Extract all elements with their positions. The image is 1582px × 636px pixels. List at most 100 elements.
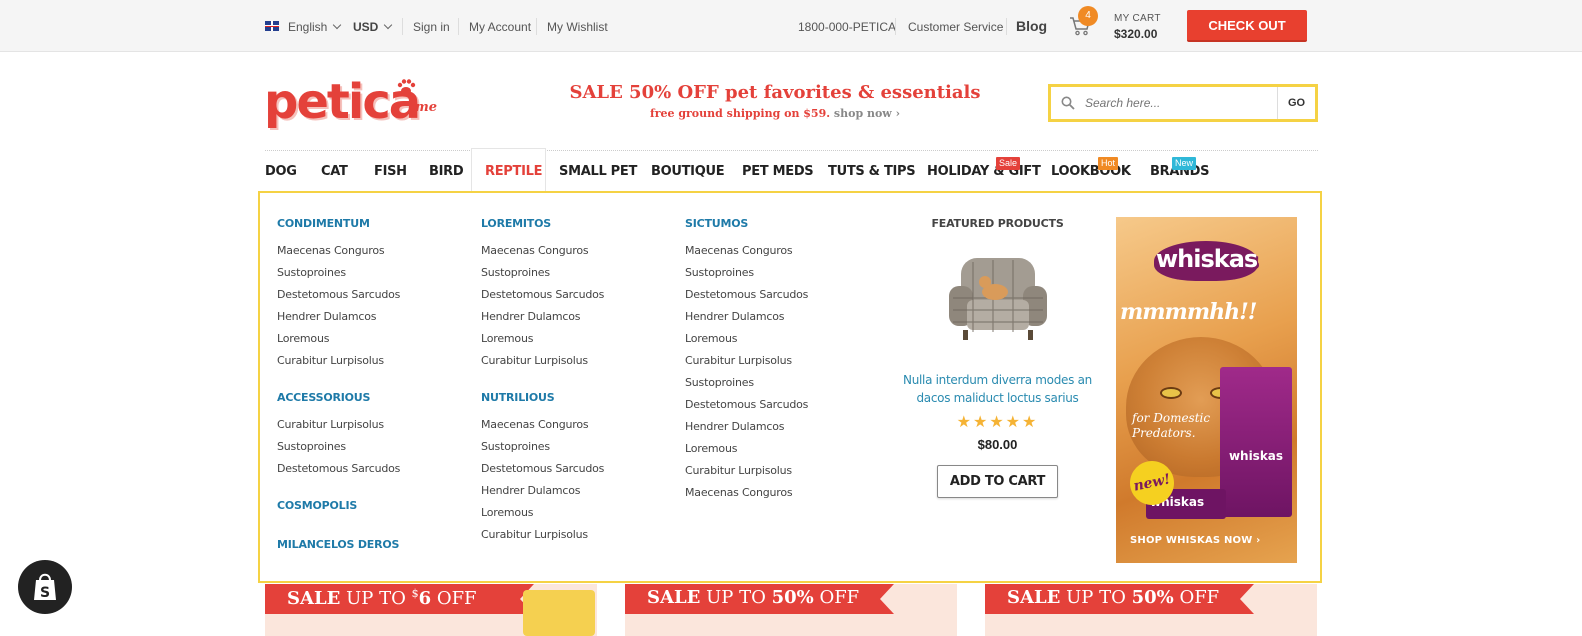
- nav-item-tuts-tips[interactable]: TUTS & TIPS: [828, 164, 916, 179]
- nav-item-bird[interactable]: BIRD: [429, 164, 464, 179]
- menu-link[interactable]: Hendrer Dulamcos: [277, 310, 400, 332]
- my-account-link[interactable]: My Account: [469, 20, 531, 34]
- menu-link[interactable]: Loremous: [481, 506, 604, 528]
- chevron-down-icon: [384, 20, 393, 30]
- divider: [1006, 18, 1007, 35]
- menu-link[interactable]: Maecenas Conguros: [277, 244, 400, 266]
- menu-link[interactable]: Hendrer Dulamcos: [685, 310, 808, 332]
- menu-link[interactable]: Curabitur Lurpisolus: [481, 528, 604, 550]
- search-go-button[interactable]: GO: [1277, 87, 1315, 119]
- whiskas-banner[interactable]: whiskas mmmmhh!! for Domestic Predators.…: [1116, 217, 1297, 563]
- product-price: $80.00: [977, 437, 1018, 452]
- search-box: GO: [1048, 84, 1318, 122]
- menu-link[interactable]: Destetomous Sarcudos: [481, 462, 604, 484]
- nav-item-pet-meds[interactable]: PET MEDS: [742, 164, 814, 179]
- language-label: English: [288, 20, 328, 34]
- cart-count-badge: 4: [1078, 6, 1098, 26]
- menu-link[interactable]: Sustoproines: [481, 266, 604, 288]
- my-cart-label[interactable]: MY CART: [1114, 13, 1161, 24]
- nav-item-cat[interactable]: CAT: [321, 164, 348, 179]
- menu-link[interactable]: Destetomous Sarcudos: [277, 462, 400, 484]
- checkout-button[interactable]: CHECK OUT: [1187, 10, 1307, 42]
- mega-menu: CONDIMENTUM Maecenas Conguros Sustoproin…: [258, 191, 1322, 583]
- menu-link[interactable]: Destetomous Sarcudos: [277, 288, 400, 310]
- menu-link[interactable]: Loremous: [685, 332, 808, 354]
- menu-link[interactable]: Sustoproines: [277, 266, 400, 288]
- menu-heading[interactable]: MILANCELOS DEROS: [277, 538, 400, 565]
- nav-item-fish[interactable]: FISH: [374, 164, 407, 179]
- menu-heading[interactable]: COSMOPOLIS: [277, 499, 400, 538]
- menu-link[interactable]: Destetomous Sarcudos: [685, 398, 808, 420]
- promo-banner-2[interactable]: SALE UP TO 50% OFF: [625, 584, 957, 636]
- menu-heading[interactable]: ACCESSORIOUS: [277, 391, 400, 418]
- top-bar: English USD Sign in My Account My Wishli…: [0, 0, 1582, 52]
- armchair-product-image[interactable]: [943, 248, 1053, 348]
- menu-heading[interactable]: NUTRILIOUS: [481, 391, 604, 418]
- main-nav: DOG CAT FISH BIRD REPTILE SMALL PET BOUT…: [265, 148, 1318, 194]
- shop-now-link[interactable]: shop now ›: [834, 107, 900, 120]
- menu-link[interactable]: Curabitur Lurpisolus: [685, 464, 808, 486]
- currency-selector[interactable]: USD: [353, 20, 393, 34]
- nav-item-brands[interactable]: BRANDS New: [1150, 157, 1210, 179]
- logo-suffix: me: [415, 100, 438, 115]
- menu-link[interactable]: Maecenas Conguros: [481, 244, 604, 266]
- menu-link[interactable]: Curabitur Lurpisolus: [685, 354, 808, 376]
- banner-tagline: for Domestic Predators.: [1132, 411, 1211, 440]
- nav-item-dog[interactable]: DOG: [265, 164, 297, 179]
- menu-link[interactable]: Sustoproines: [277, 440, 400, 462]
- menu-link[interactable]: Loremous: [685, 442, 808, 464]
- sale-subline: free ground shipping on $59. shop now ›: [540, 107, 1010, 120]
- menu-link[interactable]: Sustoproines: [685, 376, 808, 398]
- uk-flag-icon: [265, 21, 279, 31]
- menu-link[interactable]: Maecenas Conguros: [481, 418, 604, 440]
- menu-link[interactable]: Loremous: [481, 332, 604, 354]
- site-logo[interactable]: petica me: [264, 74, 444, 130]
- promo-banner-1[interactable]: SALE UP TO $6 OFF: [265, 584, 597, 636]
- menu-link[interactable]: Maecenas Conguros: [685, 244, 808, 266]
- pack-label: whiskas: [1228, 449, 1284, 463]
- menu-link[interactable]: Hendrer Dulamcos: [481, 484, 604, 506]
- menu-link[interactable]: Curabitur Lurpisolus: [277, 418, 400, 440]
- product-pack-image: [1220, 367, 1292, 517]
- divider: [895, 18, 896, 35]
- nav-item-holiday-gift[interactable]: HOLIDAY & GIFT Sale: [927, 157, 1041, 179]
- promo-banner-3[interactable]: SALE UP TO 50% OFF: [985, 584, 1317, 636]
- pedigree-product-image: [523, 590, 595, 636]
- menu-link[interactable]: Hendrer Dulamcos: [481, 310, 604, 332]
- menu-link[interactable]: Sustoproines: [685, 266, 808, 288]
- menu-heading[interactable]: SICTUMOS: [685, 217, 808, 244]
- add-to-cart-button[interactable]: ADD TO CART: [937, 465, 1058, 498]
- search-input[interactable]: [1085, 91, 1275, 115]
- nav-item-lookbook[interactable]: LOOKBOOK Hot: [1051, 157, 1131, 179]
- menu-link[interactable]: Destetomous Sarcudos: [481, 288, 604, 310]
- featured-products: FEATURED PRODUCTS Nulla interdum diverra…: [900, 217, 1095, 498]
- blog-link[interactable]: Blog: [1016, 18, 1047, 34]
- featured-title: FEATURED PRODUCTS: [931, 217, 1064, 230]
- nav-item-reptile[interactable]: REPTILE: [485, 164, 542, 179]
- sale-tag: Sale: [996, 157, 1021, 170]
- cart-total[interactable]: $320.00: [1114, 27, 1157, 41]
- menu-column-3: SICTUMOS Maecenas Conguros Sustoproines …: [685, 217, 808, 508]
- menu-link[interactable]: Destetomous Sarcudos: [685, 288, 808, 310]
- menu-heading[interactable]: LOREMITOS: [481, 217, 604, 244]
- menu-link[interactable]: Curabitur Lurpisolus: [277, 354, 400, 376]
- new-tag: New: [1172, 157, 1197, 170]
- menu-column-2: LOREMITOS Maecenas Conguros Sustoproines…: [481, 217, 604, 550]
- hot-tag: Hot: [1098, 157, 1119, 170]
- menu-link[interactable]: Curabitur Lurpisolus: [481, 354, 604, 376]
- product-name[interactable]: Nulla interdum diverra modes an dacos ma…: [900, 371, 1095, 407]
- customer-service-link[interactable]: Customer Service: [908, 20, 1003, 34]
- nav-item-small-pet[interactable]: SMALL PET: [559, 164, 637, 179]
- shop-whiskas-link[interactable]: SHOP WHISKAS NOW ›: [1130, 535, 1261, 546]
- menu-link[interactable]: Sustoproines: [481, 440, 604, 462]
- my-wishlist-link[interactable]: My Wishlist: [547, 20, 608, 34]
- language-selector[interactable]: English: [288, 20, 342, 34]
- menu-heading[interactable]: CONDIMENTUM: [277, 217, 400, 244]
- menu-link[interactable]: Hendrer Dulamcos: [685, 420, 808, 442]
- nav-item-boutique[interactable]: BOUTIQUE: [651, 164, 725, 179]
- rating-stars: ★★★★★: [956, 414, 1039, 431]
- menu-link[interactable]: Maecenas Conguros: [685, 486, 808, 508]
- menu-link[interactable]: Loremous: [277, 332, 400, 354]
- sign-in-link[interactable]: Sign in: [413, 20, 450, 34]
- shopify-bag-icon[interactable]: S: [18, 560, 72, 614]
